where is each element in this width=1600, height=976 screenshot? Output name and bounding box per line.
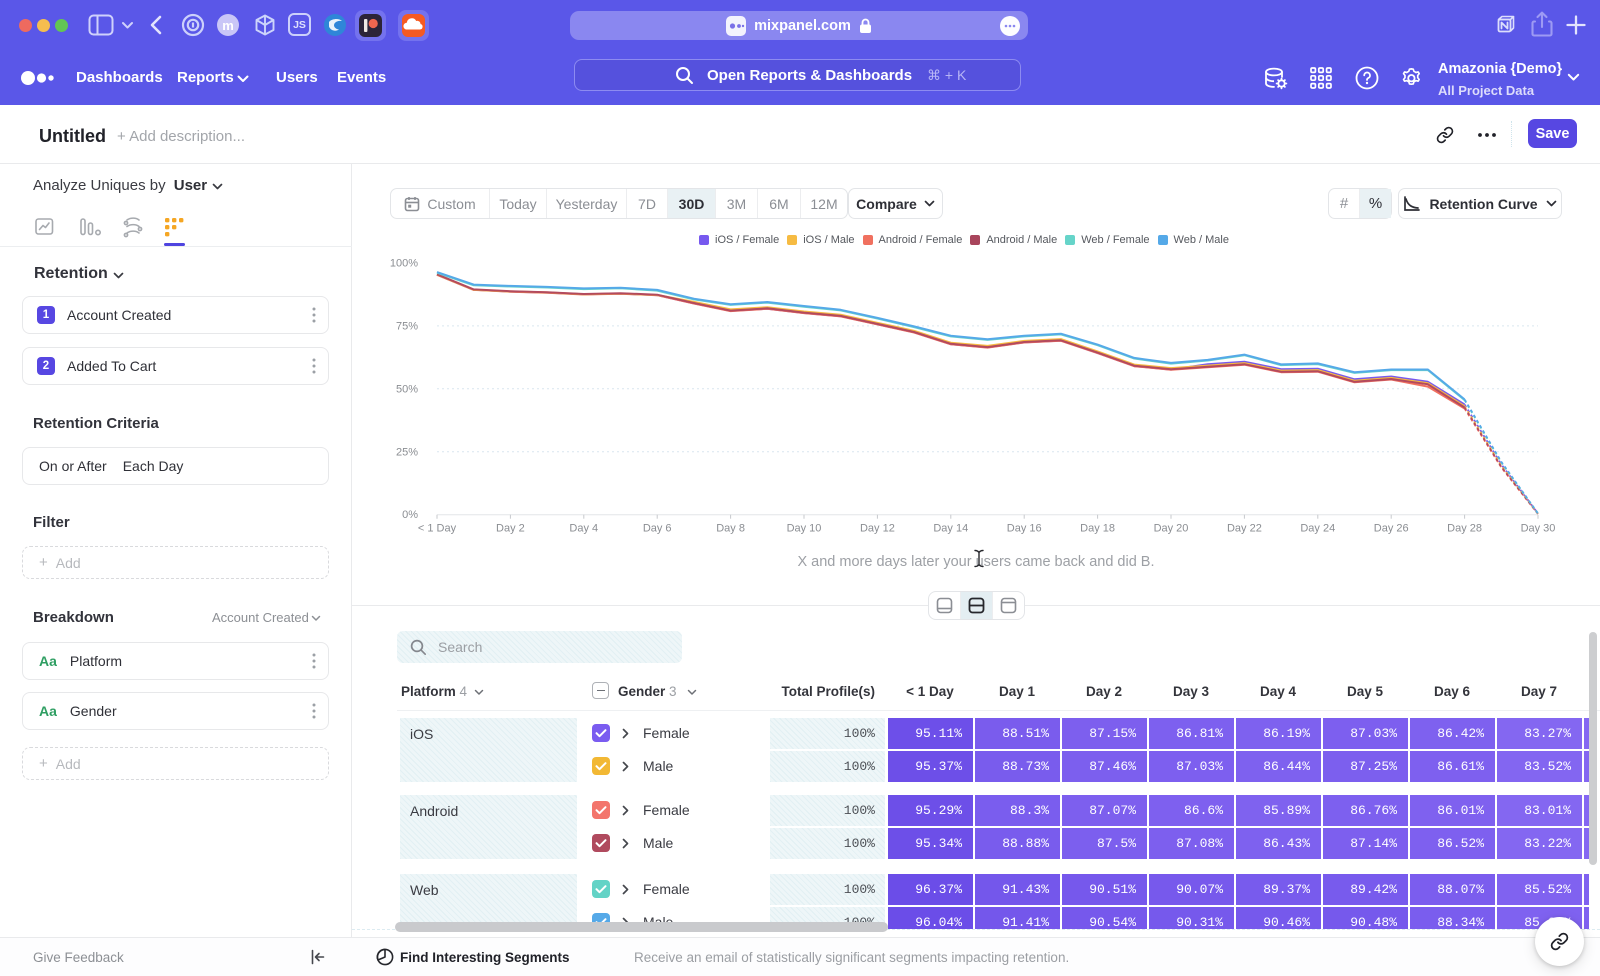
svg-text:Day 30: Day 30 [1521,523,1556,535]
svg-text:Day 16: Day 16 [1007,523,1042,535]
svg-text:Day 10: Day 10 [787,523,822,535]
svg-text:50%: 50% [396,383,418,395]
svg-text:75%: 75% [396,320,418,332]
svg-text:Day 24: Day 24 [1300,523,1335,535]
svg-text:Day 2: Day 2 [496,523,525,535]
svg-text:100%: 100% [390,258,418,270]
svg-text:Day 4: Day 4 [569,523,598,535]
svg-text:Day 18: Day 18 [1080,523,1115,535]
svg-text:Day 20: Day 20 [1154,523,1189,535]
svg-text:< 1 Day: < 1 Day [418,523,457,535]
svg-text:Day 22: Day 22 [1227,523,1262,535]
svg-text:25%: 25% [396,446,418,458]
svg-text:Day 26: Day 26 [1374,523,1409,535]
svg-text:Day 8: Day 8 [716,523,745,535]
svg-text:Day 14: Day 14 [933,523,968,535]
svg-text:Day 6: Day 6 [643,523,672,535]
svg-text:0%: 0% [402,509,418,521]
svg-text:Day 28: Day 28 [1447,523,1482,535]
svg-text:Day 12: Day 12 [860,523,895,535]
